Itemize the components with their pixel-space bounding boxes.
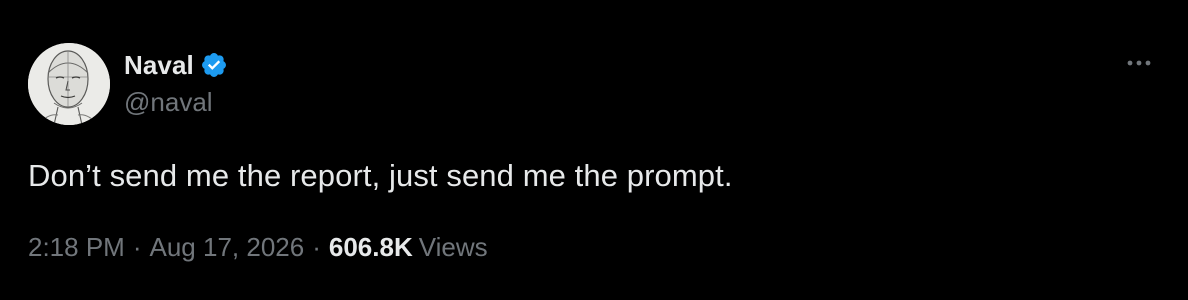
meta-separator: · — [312, 232, 321, 262]
author-display-name[interactable]: Naval — [124, 50, 194, 81]
tweet-meta: 2:18 PM · Aug 17, 2026 · 606.8K Views — [28, 232, 488, 263]
views-label[interactable]: Views — [419, 232, 488, 263]
avatar-sketch-image — [28, 43, 110, 125]
tweet-card: Naval @naval Don’t send me the report, j… — [0, 0, 1188, 300]
meta-separator: · — [132, 232, 142, 262]
tweet-date[interactable]: Aug 17, 2026 — [150, 232, 305, 263]
tweet-text: Don’t send me the report, just send me t… — [28, 158, 733, 193]
author-name-row: Naval — [124, 47, 228, 83]
more-options-icon[interactable] — [1122, 50, 1162, 76]
avatar[interactable] — [28, 43, 110, 125]
views-count[interactable]: 606.8K — [329, 232, 413, 263]
verified-badge-icon[interactable] — [200, 51, 228, 79]
author-handle[interactable]: @naval — [124, 87, 213, 118]
tweet-time[interactable]: 2:18 PM — [28, 232, 125, 263]
